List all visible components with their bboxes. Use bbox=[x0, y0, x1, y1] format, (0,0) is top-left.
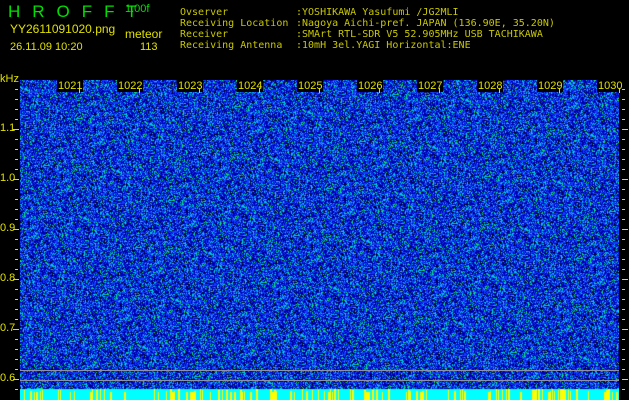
y-tick bbox=[15, 89, 18, 90]
x-tick bbox=[619, 88, 620, 93]
y-tick bbox=[15, 169, 18, 170]
y-tick bbox=[622, 289, 625, 290]
info-observer: Ovserver :YOSHIKAWA Yasufumi /JG2MLI bbox=[180, 7, 459, 18]
y-tick bbox=[622, 129, 628, 130]
y-tick bbox=[622, 259, 625, 260]
info-antenna: Receiving Antenna :10mH 3el.YAGI Horizon… bbox=[180, 40, 471, 51]
y-unit-label: kHz bbox=[0, 73, 19, 85]
x-tick bbox=[559, 88, 560, 93]
marker-line bbox=[20, 370, 619, 371]
y-tick bbox=[622, 319, 625, 320]
y-tick bbox=[622, 109, 625, 110]
x-tick bbox=[259, 88, 260, 93]
y-tick-label: 0.7 bbox=[0, 322, 16, 334]
y-tick bbox=[622, 149, 625, 150]
y-tick bbox=[13, 179, 19, 180]
x-tick bbox=[79, 88, 80, 93]
y-tick bbox=[15, 359, 18, 360]
y-tick bbox=[15, 269, 18, 270]
y-tick bbox=[15, 139, 18, 140]
y-tick bbox=[622, 379, 628, 380]
y-tick bbox=[15, 339, 18, 340]
y-tick bbox=[15, 319, 18, 320]
y-tick bbox=[622, 299, 625, 300]
y-tick bbox=[622, 99, 625, 100]
y-tick bbox=[622, 159, 625, 160]
marker-line bbox=[20, 380, 619, 381]
x-tick bbox=[379, 88, 380, 93]
y-tick bbox=[622, 269, 625, 270]
y-tick bbox=[15, 259, 18, 260]
y-tick bbox=[15, 99, 18, 100]
y-tick bbox=[15, 369, 18, 370]
y-tick-label: 0.6 bbox=[0, 372, 16, 384]
y-tick bbox=[15, 189, 18, 190]
y-tick bbox=[622, 189, 625, 190]
y-tick bbox=[622, 119, 625, 120]
y-tick bbox=[15, 349, 18, 350]
y-tick bbox=[15, 289, 18, 290]
y-tick bbox=[622, 279, 628, 280]
spectrogram-canvas[interactable] bbox=[20, 80, 619, 400]
y-tick-label: 0.9 bbox=[0, 222, 16, 234]
y-tick bbox=[15, 149, 18, 150]
filename: YY2611091020.png bbox=[10, 22, 116, 36]
y-tick bbox=[622, 369, 625, 370]
mode-label: meteor bbox=[125, 27, 163, 41]
y-tick bbox=[15, 209, 18, 210]
y-tick-label: 0.8 bbox=[0, 272, 16, 284]
y-tick bbox=[13, 229, 19, 230]
y-tick bbox=[15, 309, 18, 310]
y-tick bbox=[622, 139, 625, 140]
y-tick bbox=[622, 89, 625, 90]
y-tick bbox=[622, 219, 625, 220]
y-tick bbox=[15, 119, 18, 120]
y-tick bbox=[622, 169, 625, 170]
version-label: 1.00f bbox=[125, 3, 150, 15]
x-tick bbox=[139, 88, 140, 93]
y-tick bbox=[622, 239, 625, 240]
y-tick bbox=[622, 179, 628, 180]
y-tick bbox=[13, 129, 19, 130]
y-tick bbox=[622, 339, 625, 340]
y-tick bbox=[15, 219, 18, 220]
x-tick bbox=[439, 88, 440, 93]
y-tick bbox=[13, 379, 19, 380]
y-tick bbox=[13, 279, 19, 280]
y-tick bbox=[15, 389, 18, 390]
station-info: Ovserver :YOSHIKAWA Yasufumi /JG2MLI Rece… bbox=[180, 7, 555, 51]
y-tick bbox=[622, 309, 625, 310]
y-tick bbox=[622, 249, 625, 250]
y-tick bbox=[13, 329, 19, 330]
y-tick bbox=[15, 159, 18, 160]
y-tick-label: 1.0 bbox=[0, 172, 16, 184]
y-tick bbox=[622, 329, 628, 330]
y-tick-label: 1.1 bbox=[0, 122, 16, 134]
y-tick bbox=[622, 209, 625, 210]
x-tick bbox=[199, 88, 200, 93]
y-tick bbox=[15, 199, 18, 200]
y-tick bbox=[622, 389, 625, 390]
info-receiver: Receiver :SMArt RTL-SDR V5 52.905MHz USB… bbox=[180, 29, 543, 40]
y-tick bbox=[622, 349, 625, 350]
y-tick bbox=[622, 359, 625, 360]
y-tick bbox=[622, 229, 628, 230]
y-tick bbox=[15, 239, 18, 240]
y-tick bbox=[622, 199, 625, 200]
y-tick bbox=[15, 249, 18, 250]
echo-count: 113 bbox=[140, 41, 158, 53]
info-location: Receiving Location :Nagoya Aichi-pref. J… bbox=[180, 18, 555, 29]
y-tick bbox=[15, 299, 18, 300]
x-tick bbox=[499, 88, 500, 93]
x-tick bbox=[319, 88, 320, 93]
datetime: 26.11.09 10:20 bbox=[10, 41, 83, 53]
y-tick bbox=[15, 109, 18, 110]
